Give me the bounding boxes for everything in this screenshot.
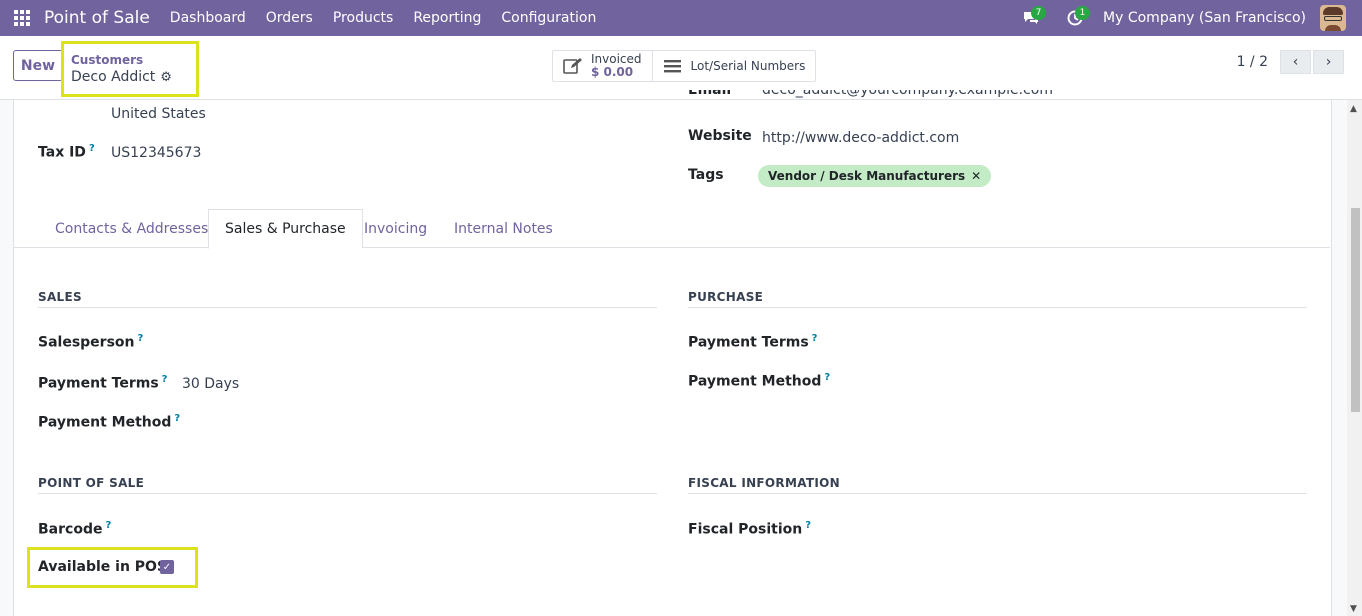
pos-section-title: POINT OF SALE — [38, 476, 145, 490]
fiscal-section-title: FISCAL INFORMATION — [688, 476, 840, 490]
tab-sales-purchase[interactable]: Sales & Purchase — [208, 209, 363, 249]
form-sheet — [13, 100, 1332, 616]
sales-payment-terms-value[interactable]: 30 Days — [182, 376, 239, 392]
company-switcher[interactable]: My Company (San Francisco) — [1103, 10, 1306, 26]
tax-id-label: Tax ID? — [38, 143, 95, 161]
gear-icon[interactable]: ⚙ — [160, 70, 172, 85]
help-icon: ? — [161, 374, 168, 385]
pager-previous-button[interactable]: ‹ — [1280, 50, 1311, 74]
help-icon: ? — [88, 143, 95, 154]
section-divider — [38, 493, 657, 494]
control-panel: New Customers Deco Addict ⚙ Invoiced $ 0… — [0, 36, 1362, 100]
tag-label: Vendor / Desk Manufacturers — [768, 169, 966, 183]
section-divider — [38, 307, 657, 308]
section-divider — [688, 307, 1307, 308]
sales-payment-terms-label: Payment Terms? — [38, 374, 168, 392]
apps-menu-icon[interactable] — [0, 0, 44, 36]
messages-icon[interactable]: 7 — [1015, 0, 1047, 36]
user-avatar[interactable] — [1320, 5, 1346, 31]
breadcrumb-customers[interactable]: Customers — [71, 53, 143, 67]
list-bars-icon — [663, 57, 685, 75]
messages-badge: 7 — [1031, 6, 1047, 20]
sales-section-title: SALES — [38, 290, 82, 304]
purchase-section-title: PURCHASE — [688, 290, 764, 304]
pager-value[interactable]: 1 / 2 — [1237, 54, 1268, 70]
tax-id-value[interactable]: US12345673 — [111, 145, 201, 161]
lot-serial-label: Lot/Serial Numbers — [690, 59, 806, 73]
breadcrumb: Customers Deco Addict ⚙ — [61, 41, 199, 97]
section-divider — [688, 493, 1307, 494]
new-button[interactable]: New — [13, 50, 63, 81]
scroll-down-arrow-icon[interactable]: ▼ — [1350, 604, 1357, 614]
smart-buttons: Invoiced $ 0.00 Lot/Serial Numbers — [552, 50, 817, 82]
help-icon: ? — [805, 520, 812, 531]
purchase-payment-terms-label: Payment Terms? — [688, 333, 818, 351]
tab-contacts-addresses[interactable]: Contacts & Addresses — [55, 209, 208, 248]
menu-configuration[interactable]: Configuration — [491, 10, 606, 26]
activities-clock-icon[interactable]: 1 — [1059, 0, 1091, 36]
tag-chip[interactable]: Vendor / Desk Manufacturers ✕ — [758, 165, 992, 187]
record-name: Deco Addict — [71, 69, 156, 85]
website-value[interactable]: http://www.deco-addict.com — [762, 130, 959, 146]
help-icon: ? — [811, 333, 818, 344]
pencil-square-icon — [563, 57, 585, 75]
menu-dashboard[interactable]: Dashboard — [160, 10, 256, 26]
help-icon: ? — [824, 372, 831, 383]
top-navbar: Point of Sale Dashboard Orders Products … — [0, 0, 1362, 36]
close-icon[interactable]: ✕ — [971, 169, 981, 183]
purchase-payment-method-label: Payment Method? — [688, 372, 831, 390]
country-value[interactable]: United States — [111, 106, 206, 122]
sales-payment-method-label: Payment Method? — [38, 413, 181, 431]
menu-orders[interactable]: Orders — [256, 10, 323, 26]
salesperson-label: Salesperson? — [38, 333, 144, 351]
activities-badge: 1 — [1075, 6, 1091, 20]
fiscal-position-label: Fiscal Position? — [688, 520, 812, 538]
tab-internal-notes[interactable]: Internal Notes — [454, 209, 553, 248]
scroll-thumb[interactable] — [1351, 208, 1360, 412]
lot-serial-smart-button[interactable]: Lot/Serial Numbers — [651, 51, 816, 81]
help-icon: ? — [137, 333, 144, 344]
highlight-box — [27, 547, 198, 588]
barcode-label: Barcode? — [38, 520, 112, 538]
website-label: Website — [688, 128, 752, 144]
scrollbar[interactable]: ▲ ▼ — [1347, 100, 1362, 616]
tags-label: Tags — [688, 167, 724, 183]
help-icon: ? — [174, 413, 181, 424]
app-name[interactable]: Point of Sale — [44, 8, 150, 28]
record-title: Deco Addict ⚙ — [71, 69, 172, 85]
invoiced-smart-button[interactable]: Invoiced $ 0.00 — [553, 51, 652, 81]
help-icon: ? — [105, 520, 112, 531]
notebook-tabs: Contacts & Addresses Sales & Purchase In… — [14, 209, 1330, 249]
tab-invoicing[interactable]: Invoicing — [364, 209, 427, 248]
pager: 1 / 2 ‹ › — [1237, 50, 1344, 74]
pager-next-button[interactable]: › — [1313, 50, 1344, 74]
menu-products[interactable]: Products — [323, 10, 403, 26]
scroll-up-arrow-icon[interactable]: ▲ — [1350, 104, 1357, 114]
menu-reporting[interactable]: Reporting — [403, 10, 491, 26]
invoiced-value: $ 0.00 — [591, 65, 634, 79]
